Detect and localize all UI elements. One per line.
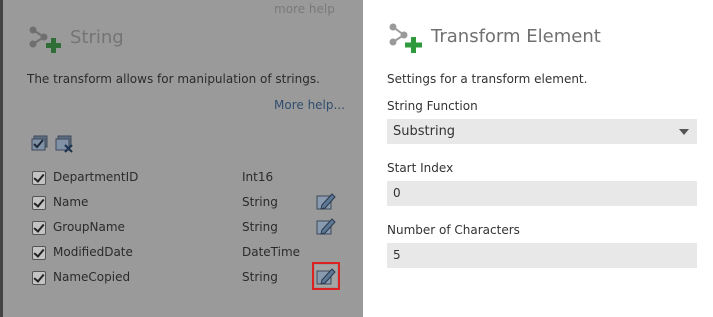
check-all-icon[interactable] xyxy=(31,134,51,154)
panel-title: String xyxy=(70,27,124,48)
string-function-select[interactable]: Substring xyxy=(387,119,697,144)
transform-icon xyxy=(29,26,61,53)
panel-border xyxy=(0,0,3,317)
field-row: NameCopied String xyxy=(32,262,342,290)
chevron-down-icon[interactable] xyxy=(679,129,689,135)
edit-field-icon[interactable] xyxy=(315,215,337,237)
number-of-characters-label: Number of Characters xyxy=(387,223,520,237)
field-name: Name xyxy=(53,195,89,209)
field-type: String xyxy=(242,195,278,209)
field-row: Name String xyxy=(32,193,342,215)
field-checkbox[interactable] xyxy=(32,221,46,235)
field-name: NameCopied xyxy=(53,270,131,284)
field-row: ModifiedDate DateTime xyxy=(32,243,342,265)
edit-field-icon[interactable] xyxy=(315,190,337,212)
edit-field-icon[interactable] xyxy=(312,262,340,290)
more-help-top-text[interactable]: more help xyxy=(274,2,335,16)
field-checkbox[interactable] xyxy=(32,171,46,185)
field-row: DepartmentID Int16 xyxy=(32,168,342,190)
panel-title: Transform Element xyxy=(431,26,601,47)
start-index-input[interactable]: 0 xyxy=(387,181,697,206)
string-function-label: String Function xyxy=(387,99,478,113)
string-function-value: Substring xyxy=(393,124,456,139)
transform-icon xyxy=(389,23,422,53)
field-name: ModifiedDate xyxy=(53,245,133,259)
field-type: DateTime xyxy=(242,245,301,259)
source-panel: more help String The transform allows fo… xyxy=(0,0,363,317)
transform-element-panel: Transform Element Settings for a transfo… xyxy=(363,0,713,317)
field-row: GroupName String xyxy=(32,218,342,240)
field-checkbox[interactable] xyxy=(32,246,46,260)
number-of-characters-input[interactable]: 5 xyxy=(387,243,697,268)
panel-description: Settings for a transform element. xyxy=(387,72,588,86)
field-type: String xyxy=(242,270,278,284)
field-type: Int16 xyxy=(242,170,274,184)
more-help-link[interactable]: More help... xyxy=(274,98,345,112)
start-index-label: Start Index xyxy=(387,161,454,175)
field-name: DepartmentID xyxy=(53,170,139,184)
uncheck-all-icon[interactable] xyxy=(55,134,75,154)
field-type: String xyxy=(242,220,278,234)
field-checkbox[interactable] xyxy=(32,271,46,285)
field-name: GroupName xyxy=(53,220,125,234)
panel-description: The transform allows for manipulation of… xyxy=(27,72,320,86)
field-checkbox[interactable] xyxy=(32,196,46,210)
